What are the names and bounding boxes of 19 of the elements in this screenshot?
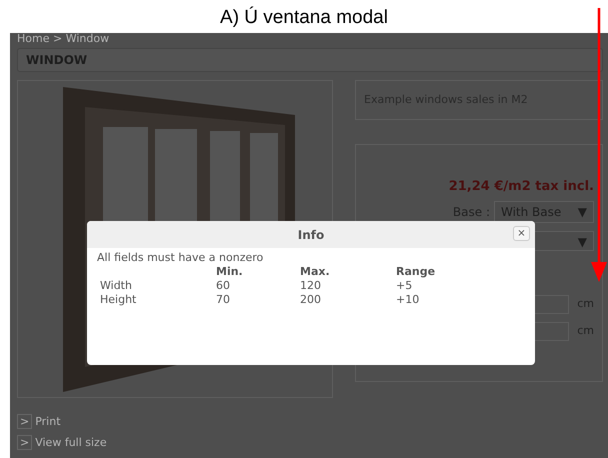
caption: A) Ú ventana modal — [220, 6, 388, 30]
modal-message: All fields must have a nonzero — [97, 251, 264, 265]
row-label: Height — [100, 293, 138, 307]
close-button[interactable]: × — [513, 226, 530, 241]
link[interactable]: > View full size — [17, 436, 107, 448]
table-cell-text: 200 — [300, 293, 322, 307]
row-label: Width — [100, 279, 133, 293]
table-cell-text: +5 — [396, 279, 414, 293]
table-cell-text: 60 — [216, 279, 231, 293]
table-cell-text: 120 — [300, 279, 322, 293]
table-cell-text: +10 — [396, 293, 420, 307]
breadcrumb[interactable]: Home > Window — [17, 33, 603, 48]
column-header: Max. — [300, 265, 331, 279]
modal-title: Info — [298, 226, 324, 244]
column-header: Min. — [216, 265, 244, 279]
link[interactable]: > Print — [17, 415, 61, 428]
table-cell-text: 70 — [216, 293, 231, 307]
price: 21,24 €/m2 tax incl. — [448, 178, 594, 196]
column-header: Range — [396, 265, 436, 279]
